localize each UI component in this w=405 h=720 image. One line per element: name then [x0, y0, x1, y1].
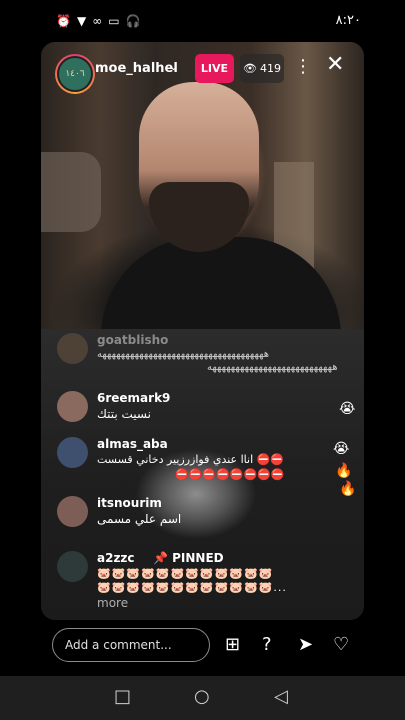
viewer-count: 419	[259, 62, 281, 75]
comment-avatar[interactable]	[57, 333, 88, 364]
recents-icon[interactable]: □	[114, 686, 131, 707]
comment-item: 6reemark9 نسيت بتتك	[57, 391, 357, 425]
reaction-emoji: 🔥	[339, 481, 357, 497]
system-nav-bar: □ ○ ◁	[0, 676, 405, 720]
live-frame: ١٤٠٦ moe_halhel ⌄ LIVE 👁 419 ⋮ ✕ goatbli…	[41, 42, 364, 620]
comment-username[interactable]: a2zzc	[97, 551, 135, 565]
cast-icon: ▭	[108, 14, 120, 28]
more-options-icon[interactable]: ⋮	[294, 56, 312, 77]
heart-icon[interactable]: ♡	[333, 634, 349, 655]
comment-item-pinned: a2zzc 📌 PINNED 🐷🐷🐷🐷🐷🐷🐷🐷🐷🐷🐷🐷 🐷🐷🐷🐷🐷🐷🐷🐷🐷🐷🐷🐷…	[57, 551, 357, 613]
reaction-emoji: 🔥	[335, 463, 353, 479]
reaction-emoji: 😭	[339, 401, 356, 417]
link-icon: ∞	[92, 14, 103, 28]
reaction-emoji: 😭	[333, 441, 350, 457]
comment-avatar[interactable]	[57, 437, 88, 468]
comment-username[interactable]: goatblisho	[97, 333, 168, 347]
add-guest-video-icon[interactable]: ⊞	[225, 634, 240, 655]
comment-text-line2: ⛔⛔⛔⛔⛔⛔⛔⛔	[175, 468, 285, 481]
pinned-label: 📌 PINNED	[153, 551, 224, 565]
share-icon[interactable]: ➤	[298, 634, 313, 655]
comment-username[interactable]: itsnourim	[97, 496, 162, 510]
comment-item: goatblisho ههههههههههههههههههههههههههههه…	[57, 333, 357, 373]
comment-text-line2: هههههههههههههههههههههههههههه	[207, 362, 338, 373]
live-video[interactable]: ١٤٠٦ moe_halhel ⌄ LIVE 👁 419 ⋮ ✕	[41, 42, 364, 337]
host-avatar-image: ١٤٠٦	[57, 56, 93, 92]
back-icon[interactable]: ◁	[274, 686, 288, 707]
viewer-count-badge[interactable]: 👁 419	[240, 54, 284, 83]
live-badge: LIVE	[195, 54, 234, 83]
comment-avatar[interactable]	[57, 391, 88, 422]
comment-username[interactable]: 6reemark9	[97, 391, 170, 405]
comment-item: itsnourim اسم علي مسمى	[57, 496, 357, 530]
status-icons: ⏰ ▼ ∞ ▭ 🎧	[56, 14, 140, 28]
more-link[interactable]: more	[97, 596, 128, 610]
headset-icon: 🎧	[125, 14, 141, 28]
host-username[interactable]: moe_halhel	[95, 61, 178, 76]
comment-text: 🐷🐷🐷🐷🐷🐷🐷🐷🐷🐷🐷🐷	[97, 567, 274, 580]
home-icon[interactable]: ○	[194, 686, 210, 707]
comment-text: ههههههههههههههههههههههههههههههههههههه	[97, 349, 269, 360]
comment-item: almas_aba اناا عندي فوازرزيير دخاني قسست…	[57, 437, 357, 485]
comment-avatar[interactable]	[57, 496, 88, 527]
eye-icon: 👁	[243, 62, 257, 75]
car-window-left	[41, 152, 101, 232]
comment-username[interactable]: almas_aba	[97, 437, 168, 451]
comment-text: اناا عندي فوازرزيير دخاني قسست ⛔⛔	[97, 453, 285, 466]
status-bar: ⏰ ▼ ∞ ▭ 🎧 ٨:٢٠	[0, 0, 405, 42]
comments-panel[interactable]: goatblisho ههههههههههههههههههههههههههههه…	[41, 329, 364, 620]
comment-text: نسيت بتتك	[97, 407, 151, 421]
close-icon[interactable]: ✕	[326, 52, 344, 77]
comment-text-line2: 🐷🐷🐷🐷🐷🐷🐷🐷🐷🐷🐷🐷...	[97, 581, 287, 594]
comment-text: اسم علي مسمى	[97, 512, 182, 526]
comment-input[interactable]	[52, 628, 210, 662]
status-time: ٨:٢٠	[335, 13, 361, 28]
comment-bar: ⊞ ? ➤ ♡	[0, 628, 405, 670]
question-icon[interactable]: ?	[262, 634, 272, 655]
host-avatar[interactable]: ١٤٠٦	[55, 54, 95, 94]
comment-avatar[interactable]	[57, 551, 88, 582]
chevron-down-icon[interactable]: ⌄	[169, 60, 178, 73]
alarm-icon: ⏰	[56, 14, 71, 28]
wifi-icon: ▼	[76, 14, 87, 28]
